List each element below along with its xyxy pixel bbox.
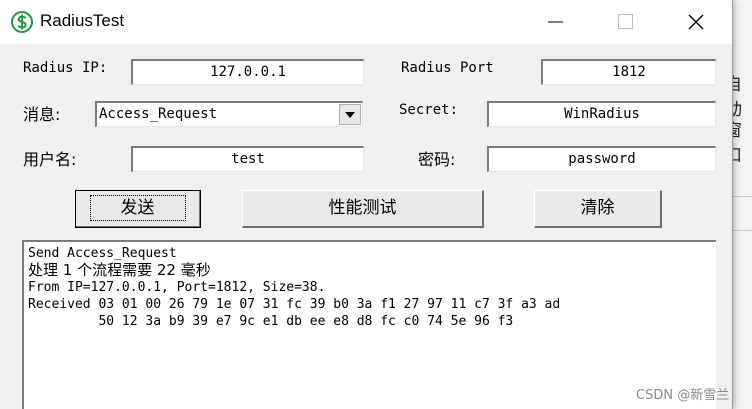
maximize-icon: [618, 14, 633, 29]
radius-ip-input[interactable]: 127.0.0.1: [131, 59, 364, 85]
message-label: 消息:: [23, 105, 61, 124]
password-label: 密码:: [418, 150, 456, 169]
close-icon: [688, 14, 704, 30]
log-line: 50 12 3a b9 39 e7 9c e1 db ee e8 d8 fc c…: [28, 314, 514, 329]
window-title: RadiusTest: [40, 11, 125, 30]
message-select-value: Access_Request: [99, 106, 218, 122]
performance-test-button[interactable]: 性能测试: [242, 190, 484, 228]
secret-label: Secret:: [399, 102, 459, 118]
radius-test-window: RadiusTest Radius IP: 127.0.0.1 Radius P…: [0, 0, 733, 409]
radius-port-input[interactable]: 1812: [541, 59, 716, 85]
log-line: 处理 1 个流程需要 22 毫秒: [28, 261, 211, 279]
watermark: CSDN @新雪兰: [636, 388, 730, 403]
output-log[interactable]: Send Access_Request 处理 1 个流程需要 22 毫秒 Fro…: [22, 240, 716, 409]
log-line: Send Access_Request: [28, 246, 177, 261]
dollar-icon: [11, 11, 33, 33]
log-line: Received 03 01 00 26 79 1e 07 31 fc 39 b…: [28, 297, 561, 312]
maximize-button[interactable]: [598, 4, 654, 40]
secret-input[interactable]: WinRadius: [487, 101, 716, 127]
message-select[interactable]: Access_Request: [95, 101, 363, 127]
log-line: From IP=127.0.0.1, Port=1812, Size=38.: [28, 280, 326, 295]
clear-button[interactable]: 清除: [534, 190, 662, 228]
radius-port-label: Radius Port: [401, 60, 494, 76]
send-button-label: 发送: [89, 195, 186, 221]
minimize-icon: [548, 21, 563, 23]
dropdown-arrow-icon: [345, 112, 355, 118]
radius-ip-label: Radius IP:: [23, 60, 108, 76]
username-input[interactable]: test: [131, 146, 364, 172]
close-button[interactable]: [668, 4, 724, 40]
send-button[interactable]: 发送: [75, 190, 201, 228]
minimize-button[interactable]: [528, 4, 584, 40]
password-input[interactable]: password: [487, 146, 716, 172]
dropdown-button[interactable]: [339, 104, 361, 125]
username-label: 用户名:: [23, 150, 77, 169]
title-bar[interactable]: RadiusTest: [0, 0, 732, 44]
